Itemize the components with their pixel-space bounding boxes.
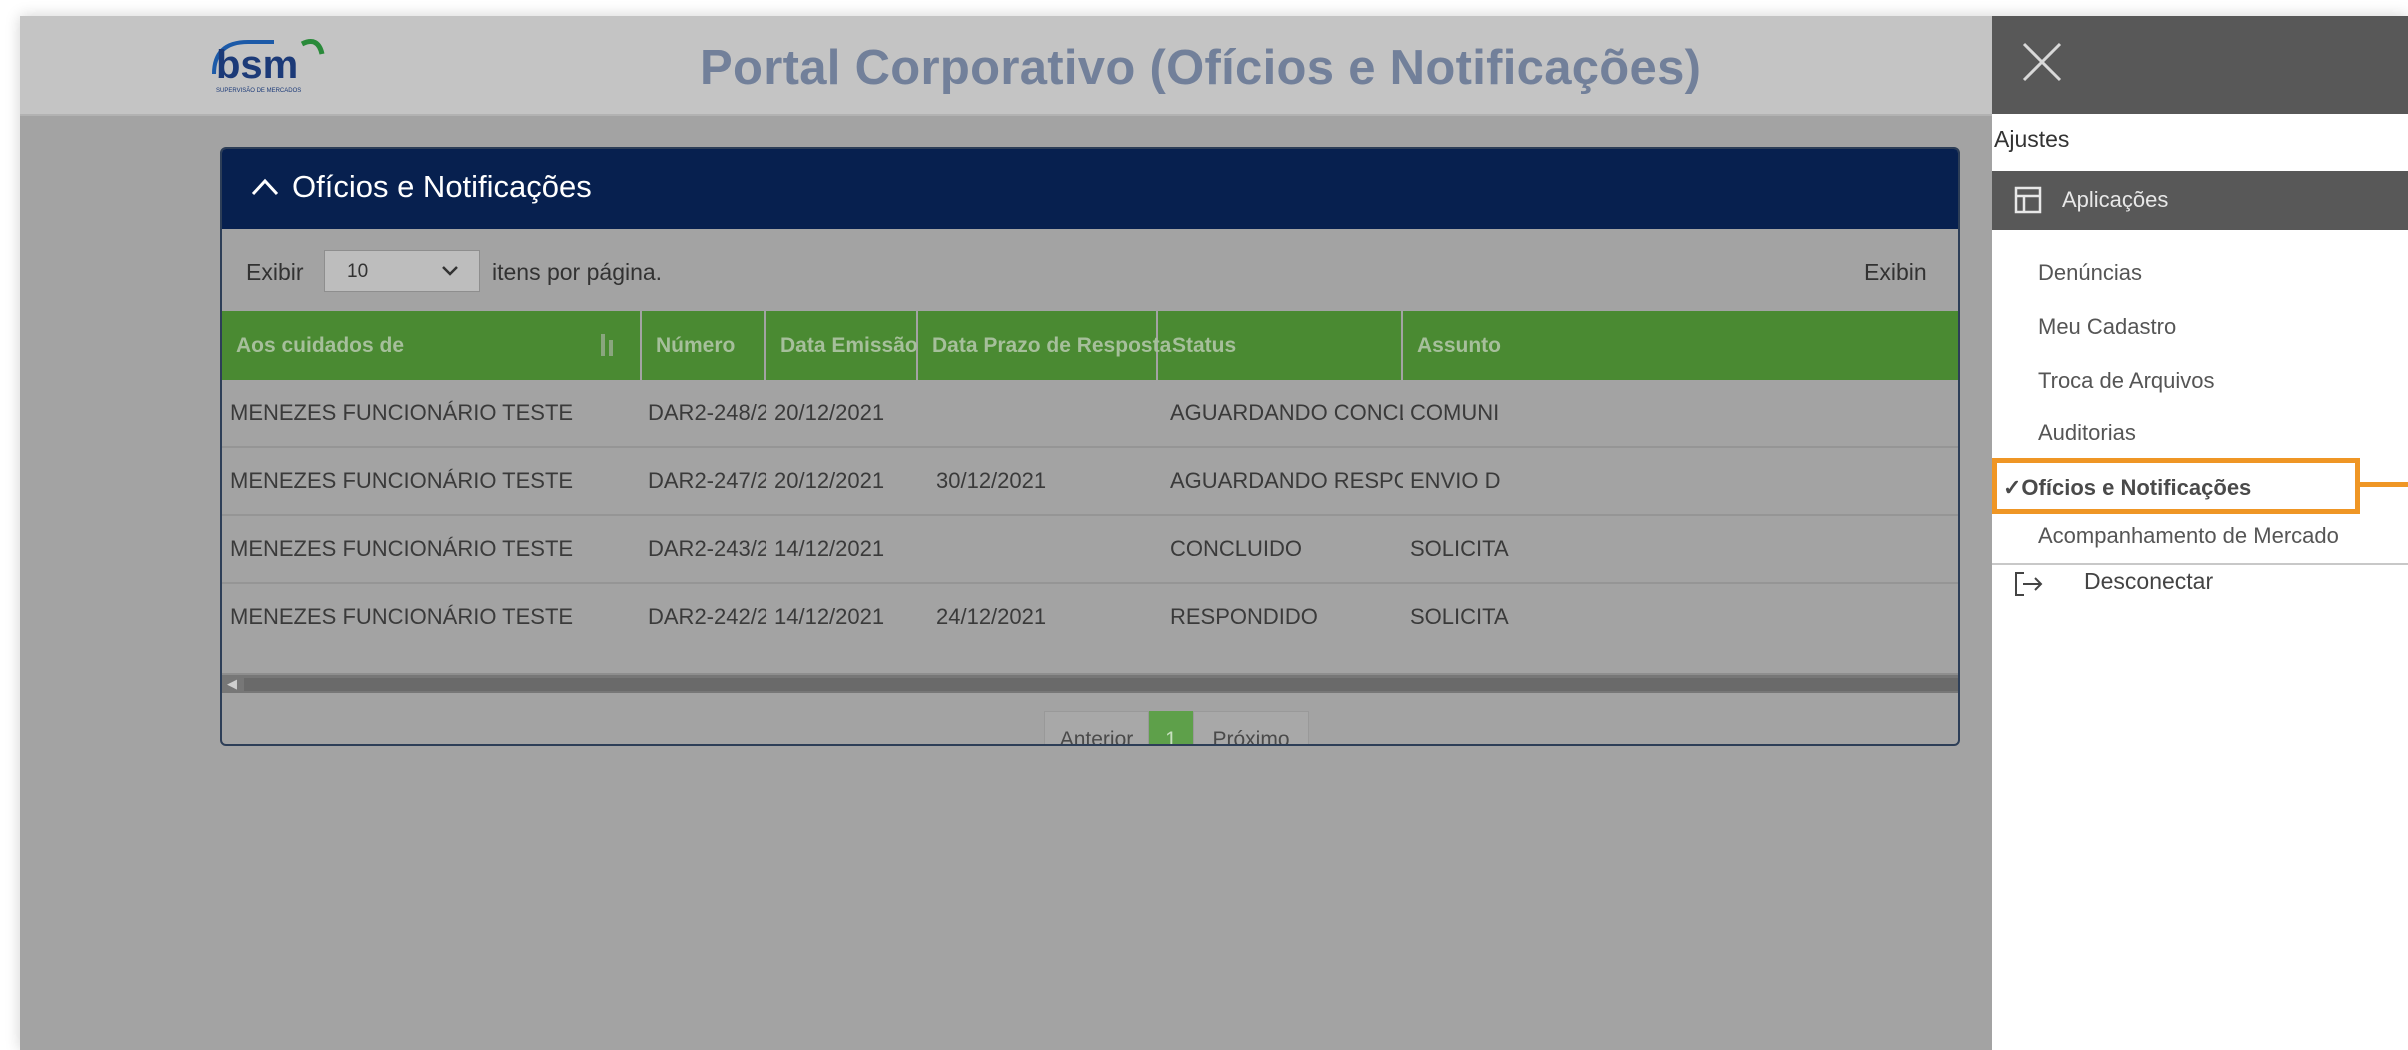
table-row[interactable]: MENEZES FUNCIONÁRIO TESTE DAR2-247/2021 … [222,448,1958,516]
applications-label: Aplicações [2062,187,2169,212]
cell-data-prazo [936,516,1158,582]
cell-data-emissao: 14/12/2021 [774,604,885,629]
menu-item-acompanhamento[interactable]: Acompanhamento de Mercado [2038,523,2339,549]
settings-link[interactable]: Ajustes [1994,126,2069,153]
svg-text:SUPERVISÃO DE MERCADOS: SUPERVISÃO DE MERCADOS [216,87,301,94]
cell-responsavel: MENEZES FUNCIONÁRIO TESTE [230,400,574,425]
cell-numero: DAR2-243/2021 [648,536,766,561]
cell-numero: DAR2-248/2021 [648,400,766,425]
cell-assunto: COMUNI [1410,400,1500,425]
cell-status: AGUARDANDO RESPOSTA [1170,468,1403,493]
cell-data-emissao: 20/12/2021 [774,400,885,425]
page-1-button[interactable]: 1 [1149,711,1193,744]
horizontal-scrollbar[interactable]: ◀ [222,673,1958,693]
close-icon[interactable] [2020,40,2064,84]
column-header-label: Data Emissão [780,334,918,357]
cell-status: CONCLUIDO [1170,536,1303,561]
menu-divider [1992,563,2408,565]
panel-header[interactable]: Ofícios e Notificações [222,149,1958,229]
cell-responsavel: MENEZES FUNCIONÁRIO TESTE [230,536,574,561]
column-header-aos-cuidados[interactable]: Aos cuidados de [222,311,642,380]
column-header-status[interactable]: Status [1158,311,1403,380]
bsm-logo: bsm SUPERVISÃO DE MERCADOS [212,39,325,94]
menu-item-oficios-notificacoes[interactable]: ✓Ofícios e Notificações [1992,458,2360,514]
cell-assunto: SOLICITA [1410,604,1509,629]
info-label: Exibin [1864,259,1927,285]
svg-text:bsm: bsm [216,43,298,87]
side-menu: Ajustes Aplicações Denúncias Meu Cadastr… [1992,16,2408,1050]
cell-status: AGUARDANDO CONCLUSÃO [1170,400,1403,425]
chevron-up-icon[interactable] [250,175,280,197]
oficios-panel: Ofícios e Notificações Exibir 10 itens p… [220,147,1960,746]
cell-responsavel: MENEZES FUNCIONÁRIO TESTE [230,468,574,493]
column-header-numero[interactable]: Número [642,311,766,380]
per-page-select[interactable]: 10 [324,250,480,292]
applications-section[interactable]: Aplicações [1992,171,2408,230]
table-row[interactable]: MENEZES FUNCIONÁRIO TESTE DAR2-242/2021 … [222,584,1958,652]
cell-data-prazo: 30/12/2021 [936,468,1047,493]
panel-title: Ofícios e Notificações [292,169,592,204]
table-layout-icon [2014,186,2042,214]
column-header-data-emissao[interactable]: Data Emissão [766,311,918,380]
scroll-left-icon[interactable]: ◀ [227,676,237,692]
logout-icon[interactable] [2014,571,2044,597]
sort-icon [601,334,613,356]
cell-data-emissao: 20/12/2021 [774,468,885,493]
next-page-button[interactable]: Próximo [1193,711,1309,744]
highlight-connector [2360,482,2408,487]
logout-button[interactable]: Desconectar [2084,568,2213,595]
per-page-suffix: itens por página. [492,259,663,285]
previous-page-button[interactable]: Anterior [1044,711,1149,744]
table-row[interactable]: MENEZES FUNCIONÁRIO TESTE DAR2-243/2021 … [222,516,1958,584]
cell-data-emissao: 14/12/2021 [774,536,885,561]
column-header-label: Status [1172,334,1237,357]
cell-responsavel: MENEZES FUNCIONÁRIO TESTE [230,604,574,629]
cell-assunto: ENVIO D [1410,468,1501,493]
column-header-data-prazo[interactable]: Data Prazo de Resposta [918,311,1171,380]
menu-item-auditorias[interactable]: Auditorias [2038,420,2136,446]
cell-numero: DAR2-242/2021 [648,604,766,629]
chevron-down-icon [442,266,458,276]
cell-data-prazo [936,380,1158,446]
page-title: Portal Corporativo (Ofícios e Notificaçõ… [700,41,1702,95]
scrollbar-thumb[interactable] [244,678,1958,691]
table-row[interactable]: MENEZES FUNCIONÁRIO TESTE DAR2-248/2021 … [222,380,1958,448]
per-page-prefix: Exibir [246,259,304,285]
cell-status: RESPONDIDO [1170,604,1318,629]
cell-numero: DAR2-247/2021 [648,468,766,493]
cell-assunto: SOLICITA [1410,536,1509,561]
column-header-label: Aos cuidados de [236,334,405,357]
cell-data-prazo: 24/12/2021 [936,604,1047,629]
side-menu-header [1992,16,2408,114]
menu-item-meu-cadastro[interactable]: Meu Cadastro [2038,314,2176,340]
per-page-value: 10 [347,261,369,282]
column-header-assunto[interactable]: Assunto [1403,311,1958,380]
menu-item-denuncias[interactable]: Denúncias [2038,260,2142,286]
table-header: Aos cuidados de Número Data Emissão Data… [222,311,1958,380]
menu-item-active-label: ✓Ofícios e Notificações [2003,475,2252,500]
column-header-label: Data Prazo de Resposta [932,334,1172,357]
menu-item-troca-de-arquivos[interactable]: Troca de Arquivos [2038,368,2215,394]
column-header-label: Número [656,334,736,357]
column-header-label: Assunto [1417,334,1501,357]
